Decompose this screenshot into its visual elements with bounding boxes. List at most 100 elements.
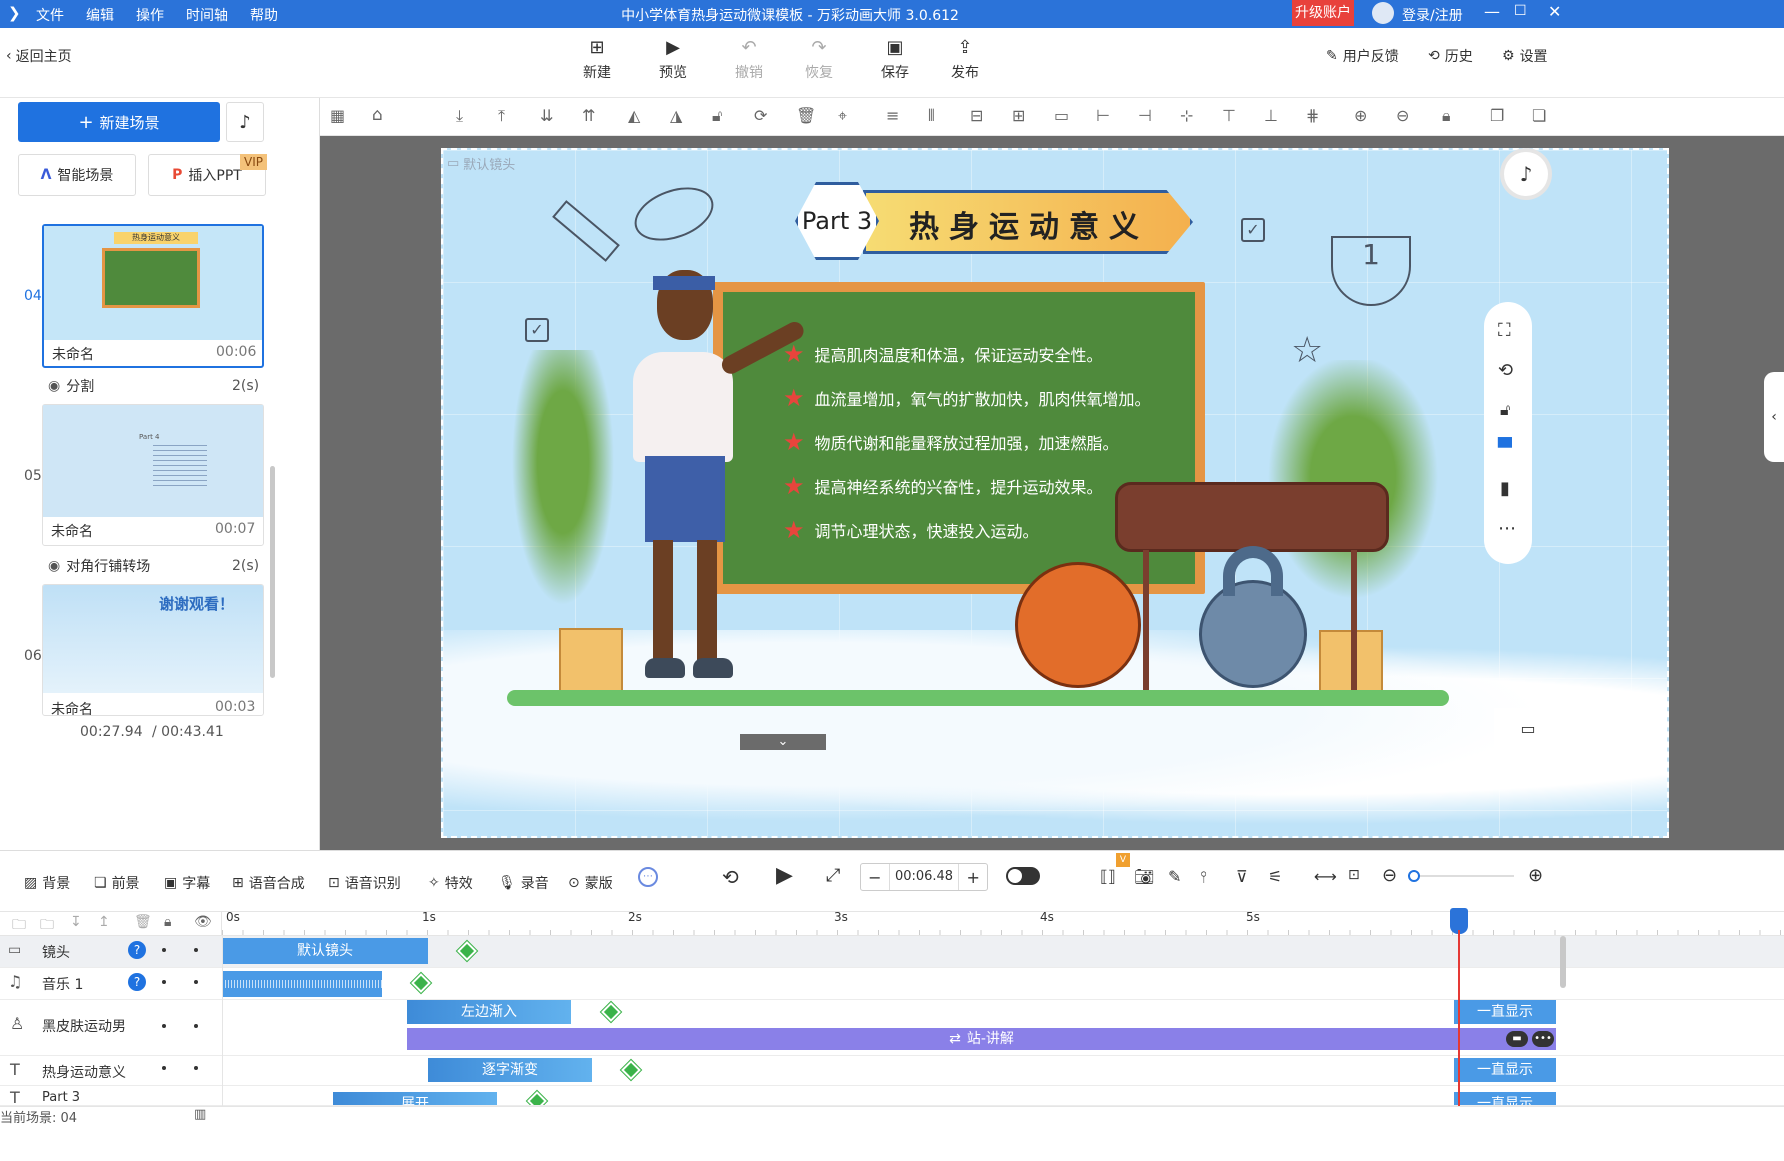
minimize-icon[interactable]: — <box>1484 2 1500 21</box>
upgrade-button[interactable]: 升级账户 <box>1292 0 1354 26</box>
distribute-icon[interactable]: ⫴ <box>928 106 935 126</box>
move-up-icon[interactable]: ⇈ <box>582 106 595 125</box>
zoom-slider[interactable] <box>1408 870 1514 882</box>
align-middle-icon[interactable]: ⊟ <box>970 106 983 125</box>
timeline-scrollbar[interactable] <box>1560 936 1566 988</box>
home-icon[interactable]: ⌂ <box>372 105 383 125</box>
collapse-down-icon[interactable]: ⌄ <box>740 734 826 750</box>
mask-button[interactable]: ⊙ 蒙版 <box>568 873 613 893</box>
zoom-slider-handle[interactable] <box>1408 870 1420 882</box>
decrement-button[interactable]: − <box>861 868 889 887</box>
more-icon[interactable]: ⋯ <box>1498 518 1516 539</box>
rotate-icon[interactable]: ⟳ <box>754 106 767 125</box>
settings-button[interactable]: ⚙ 设置 <box>1502 46 1548 66</box>
zoom-out-icon[interactable]: ⊖ <box>1382 865 1397 886</box>
bottom-align-icon[interactable]: ⊥ <box>1264 106 1278 125</box>
more-icon[interactable]: ••• <box>1532 1031 1554 1047</box>
fit-icon[interactable]: ⟦⟧ <box>1100 867 1116 886</box>
menu-file[interactable]: 文件 <box>36 5 64 25</box>
feedback-button[interactable]: ✎ 用户反馈 <box>1326 46 1399 66</box>
add-keyframe-icon[interactable] <box>457 941 477 961</box>
replay-icon[interactable]: ⟲ <box>722 865 739 889</box>
toggle-switch[interactable] <box>1006 867 1040 885</box>
dot[interactable] <box>194 1066 198 1070</box>
time-input[interactable]: 00:06.48 <box>888 864 960 890</box>
foreground-button[interactable]: ❏ 前景 <box>94 873 140 893</box>
focus-icon[interactable]: ⌖ <box>838 106 847 126</box>
vertical-center-icon[interactable]: ⋕ <box>1306 106 1319 125</box>
adjust-icon[interactable]: ⚟ <box>1268 867 1282 886</box>
new-button[interactable]: ⊞ 新建 <box>569 38 625 82</box>
align-center-icon[interactable]: ≡ <box>886 106 899 125</box>
preview-button[interactable]: ▶ 预览 <box>645 38 701 82</box>
zoom-in-icon[interactable]: ⊕ <box>1354 106 1367 125</box>
dot[interactable] <box>162 948 166 952</box>
back-home-button[interactable]: ‹ 返回主页 <box>6 46 72 66</box>
panel-collapse-tab[interactable]: ‹ <box>1764 372 1784 462</box>
flip-horizontal-icon[interactable]: ◭ <box>628 106 640 125</box>
track-character[interactable]: ♙ 黑皮肤运动男 左边渐入 一直显示 ⇄ 站-讲解 ▬ ••• <box>0 1000 1784 1056</box>
ruler-icon[interactable]: ▦ <box>330 106 345 125</box>
add-folder-icon[interactable]: 🗀︎ <box>40 914 54 938</box>
clip-always-show[interactable]: 一直显示 <box>1454 1058 1556 1082</box>
add-keyframe-icon[interactable] <box>411 973 431 993</box>
track-part-text[interactable]: T Part 3 展开 一直显示 <box>0 1086 1784 1106</box>
split-icon[interactable]: ⫯ <box>1200 867 1207 887</box>
unlock-icon[interactable]: 🔓︎ <box>712 106 722 126</box>
move-up-icon[interactable]: ↥ <box>98 914 110 930</box>
transition-item[interactable]: ◉ 分割 <box>48 376 94 396</box>
delete-icon[interactable]: 🗑︎ <box>796 106 816 125</box>
dot[interactable] <box>162 1066 166 1070</box>
fit-width-icon[interactable]: ⟷ <box>1314 867 1337 886</box>
clip-gradual-text[interactable]: 逐字渐变 <box>428 1058 592 1082</box>
play-icon[interactable]: ▶ <box>776 863 793 888</box>
sports-man-character[interactable] <box>623 270 823 700</box>
track-music[interactable]: ♫ 音乐 1 ? <box>0 968 1784 1000</box>
smart-scene-button[interactable]: Λ 智能场景 <box>18 154 136 196</box>
same-width-icon[interactable]: ▭ <box>1054 106 1069 125</box>
speech-recognition-button[interactable]: ⊡ 语音识别 <box>328 873 401 893</box>
more-options-icon[interactable]: ⋯ <box>638 867 658 887</box>
subtitle-button[interactable]: ▣ 字幕 <box>164 873 210 893</box>
help-icon[interactable]: ? <box>128 941 146 959</box>
scene-thumbnail-04[interactable]: 热身运动意义 未命名 00:06 <box>42 224 264 368</box>
zoom-in-icon[interactable]: ⊕ <box>1528 865 1543 886</box>
one-to-one-icon[interactable]: ⊡ <box>1348 867 1360 883</box>
paste-icon[interactable]: ❏ <box>1532 106 1546 125</box>
lock-icon[interactable]: 🔒︎ <box>164 914 171 930</box>
minimap-icon[interactable]: ▭ <box>1494 708 1562 750</box>
menu-help[interactable]: 帮助 <box>250 5 278 25</box>
reset-rotate-icon[interactable]: ⟲ <box>1498 360 1513 381</box>
lock-icon[interactable]: 🔒︎ <box>1442 106 1451 126</box>
dot[interactable] <box>162 1024 166 1028</box>
eye-icon[interactable]: 👁︎ <box>194 914 212 930</box>
new-scene-button[interactable]: + 新建场景 <box>18 102 220 142</box>
center-icon[interactable]: ⊹ <box>1180 106 1193 125</box>
add-keyframe-icon[interactable] <box>527 1091 547 1105</box>
save-button[interactable]: ▣ 保存 <box>867 38 923 82</box>
align-bottom-icon[interactable]: ⤓ <box>456 106 463 126</box>
help-icon[interactable]: ? <box>128 973 146 991</box>
scene-thumbnail-05[interactable]: Part 4 未命名 00:07 <box>42 404 264 546</box>
effects-button[interactable]: ✧ 特效 <box>428 873 473 893</box>
zoom-out-icon[interactable]: ⊖ <box>1396 106 1409 125</box>
dot[interactable] <box>194 1024 198 1028</box>
flip-vertical-icon[interactable]: ◮ <box>670 106 682 125</box>
publish-button[interactable]: ⇪ 发布 <box>937 38 993 82</box>
clip-slide-in-left[interactable]: 左边渐入 <box>407 1000 571 1024</box>
tts-button[interactable]: ⊞ 语音合成 <box>232 873 305 893</box>
monitor-icon[interactable]: ▀ <box>1498 438 1512 459</box>
track-heading-text[interactable]: T 热身运动意义 逐字渐变 一直显示 <box>0 1056 1784 1086</box>
track-camera[interactable]: ▭ 镜头 ? 默认镜头 <box>0 936 1784 968</box>
clip-always-show[interactable]: 一直显示 <box>1454 1000 1556 1024</box>
top-align-icon[interactable]: ⊤ <box>1222 106 1236 125</box>
menu-edit[interactable]: 编辑 <box>86 5 114 25</box>
unlock-icon[interactable]: 🔓︎ <box>1500 400 1510 420</box>
music-note-icon[interactable]: ♪ <box>226 102 264 142</box>
phone-icon[interactable]: ▮ <box>1500 478 1510 499</box>
menu-timeline[interactable]: 时间轴 <box>186 5 228 25</box>
comment-icon[interactable]: ▬ <box>1506 1031 1528 1047</box>
clip-always-show[interactable]: 一直显示 <box>1454 1092 1556 1105</box>
history-button[interactable]: ⟲ 历史 <box>1428 46 1473 66</box>
background-button[interactable]: ▨ 背景 <box>24 873 70 893</box>
